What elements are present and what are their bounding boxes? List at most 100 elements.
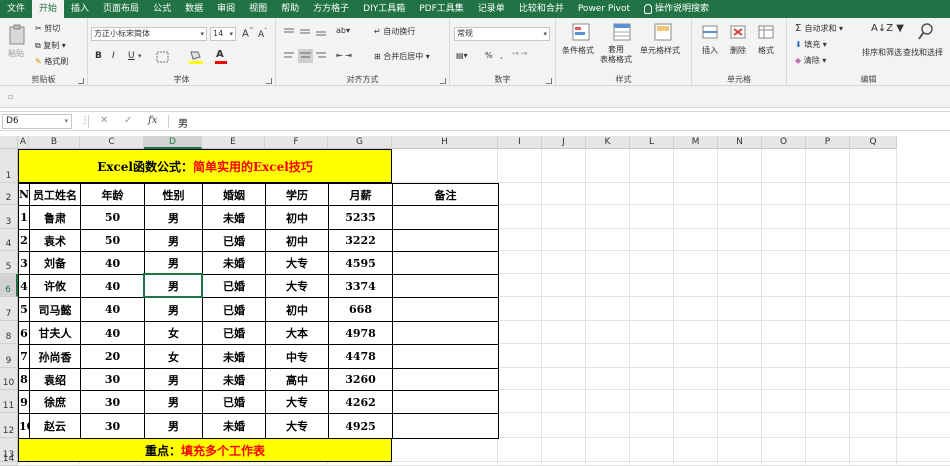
header-cell[interactable]: 婚姻 bbox=[202, 183, 266, 206]
table-cell[interactable]: 4978 bbox=[328, 321, 393, 345]
column-header-H[interactable]: H bbox=[392, 136, 498, 149]
format-painter-button[interactable]: ✎ 格式刷 bbox=[35, 56, 68, 67]
column-header-D[interactable]: D bbox=[144, 136, 202, 149]
tab-2[interactable]: 插入 bbox=[64, 0, 96, 18]
table-cell[interactable]: 男 bbox=[144, 274, 203, 298]
table-cell[interactable]: 袁绍 bbox=[29, 368, 81, 391]
table-cell[interactable]: 9 bbox=[18, 390, 30, 414]
table-cell[interactable]: 4925 bbox=[328, 413, 393, 439]
table-cell[interactable]: 已婚 bbox=[202, 297, 266, 322]
indent-icon[interactable]: ⇤ ⇥ bbox=[336, 51, 352, 60]
grow-font-button[interactable]: A^ bbox=[242, 27, 254, 39]
column-header-Q[interactable]: Q bbox=[850, 136, 897, 149]
row-header-3[interactable]: 3 bbox=[0, 205, 18, 229]
column-header-L[interactable]: L bbox=[630, 136, 674, 149]
delete-button[interactable]: 删除 bbox=[730, 45, 746, 56]
format-button[interactable]: 格式 bbox=[758, 45, 774, 56]
header-cell[interactable]: 备注 bbox=[392, 183, 499, 206]
cut-button[interactable]: ✂ 剪切 bbox=[35, 23, 60, 34]
font-launcher-icon[interactable] bbox=[266, 78, 272, 84]
header-cell[interactable]: 年龄 bbox=[80, 183, 145, 206]
table-cell[interactable]: 徐庶 bbox=[29, 390, 81, 414]
tab-14[interactable]: Power Pivot bbox=[571, 0, 637, 18]
copy-button[interactable]: ⧉ 复制 ▾ bbox=[35, 40, 66, 51]
tab-3[interactable]: 页面布局 bbox=[96, 0, 146, 18]
table-cell[interactable]: 6 bbox=[18, 321, 30, 345]
autosum-button[interactable]: Σ 自动求和 ▾ bbox=[795, 23, 843, 34]
column-header-I[interactable]: I bbox=[498, 136, 542, 149]
decimal-buttons[interactable]: ⁺⁰ ⁻⁰ bbox=[512, 51, 527, 59]
tab-1[interactable]: 开始 bbox=[32, 0, 65, 18]
table-cell[interactable]: 初中 bbox=[265, 297, 329, 322]
table-cell[interactable]: 5235 bbox=[328, 205, 393, 230]
table-cell[interactable]: 50 bbox=[80, 229, 145, 252]
header-cell[interactable]: 学历 bbox=[265, 183, 329, 206]
table-cell[interactable]: 男 bbox=[144, 251, 203, 275]
column-header-C[interactable]: C bbox=[80, 136, 144, 149]
table-cell[interactable]: 已婚 bbox=[202, 390, 266, 414]
enter-icon[interactable]: ✓ bbox=[124, 115, 132, 126]
cell-styles-button[interactable]: 单元格样式 bbox=[640, 45, 680, 56]
column-header-B[interactable]: B bbox=[29, 136, 80, 149]
table-cell[interactable] bbox=[392, 344, 499, 369]
tab-4[interactable]: 公式 bbox=[146, 0, 178, 18]
table-cell[interactable]: 40 bbox=[80, 297, 145, 322]
header-cell[interactable]: 员工姓名 bbox=[29, 183, 81, 206]
table-cell[interactable]: 40 bbox=[80, 321, 145, 345]
font-name-select[interactable]: 方正小标宋简体 ▾ bbox=[91, 27, 207, 41]
formula-input[interactable]: 男 bbox=[178, 115, 188, 130]
table-cell[interactable]: 高中 bbox=[265, 368, 329, 391]
table-cell[interactable]: 孙尚香 bbox=[29, 344, 81, 369]
header-cell[interactable]: No bbox=[18, 183, 30, 206]
column-header-P[interactable]: P bbox=[806, 136, 850, 149]
underline-button[interactable]: U bbox=[128, 51, 135, 61]
table-cell[interactable]: 3374 bbox=[328, 274, 393, 298]
row-header-2[interactable]: 2 bbox=[0, 183, 18, 205]
tab-0[interactable]: 文件 bbox=[0, 0, 32, 18]
insert-button[interactable]: 插入 bbox=[702, 45, 718, 56]
tell-me-search[interactable]: 操作说明搜索 bbox=[637, 0, 716, 18]
table-cell[interactable]: 许攸 bbox=[29, 274, 81, 298]
number-format-select[interactable]: 常规 ▾ bbox=[454, 27, 550, 41]
cancel-icon[interactable]: ✕ bbox=[100, 115, 108, 126]
find-select-button[interactable]: 查找和选择 bbox=[903, 47, 943, 58]
row-header-1[interactable]: 1 bbox=[0, 149, 18, 183]
table-cell[interactable]: 4 bbox=[18, 274, 30, 298]
font-size-select[interactable]: 14 ▾ bbox=[210, 27, 236, 41]
table-cell[interactable]: 未婚 bbox=[202, 251, 266, 275]
row-header-5[interactable]: 5 bbox=[0, 251, 18, 274]
column-header-J[interactable]: J bbox=[542, 136, 586, 149]
table-cell[interactable]: 初中 bbox=[265, 205, 329, 230]
tab-13[interactable]: 比较和合并 bbox=[512, 0, 571, 18]
column-header-K[interactable]: K bbox=[586, 136, 630, 149]
table-cell[interactable]: 刘备 bbox=[29, 251, 81, 275]
table-cell[interactable]: 袁术 bbox=[29, 229, 81, 252]
table-cell[interactable]: 鲁肃 bbox=[29, 205, 81, 230]
table-cell[interactable]: 4595 bbox=[328, 251, 393, 275]
table-cell[interactable] bbox=[392, 368, 499, 391]
table-cell[interactable]: 大专 bbox=[265, 251, 329, 275]
paste-icon[interactable] bbox=[8, 24, 26, 46]
row-header-4[interactable]: 4 bbox=[0, 229, 18, 251]
conditional-format-button[interactable]: 条件格式 bbox=[562, 45, 594, 56]
table-cell[interactable]: 10 bbox=[18, 413, 30, 439]
column-header-F[interactable]: F bbox=[265, 136, 328, 149]
table-cell[interactable]: 3222 bbox=[328, 229, 393, 252]
table-cell[interactable]: 7 bbox=[18, 344, 30, 369]
column-header-A[interactable]: A bbox=[18, 136, 29, 149]
footer-banner[interactable]: 重点： 填充多个工作表 bbox=[18, 438, 392, 462]
table-cell[interactable]: 司马懿 bbox=[29, 297, 81, 322]
percent-button[interactable]: % bbox=[485, 51, 493, 60]
column-header-G[interactable]: G bbox=[328, 136, 392, 149]
row-header-11[interactable]: 11 bbox=[0, 390, 18, 413]
header-cell[interactable]: 性别 bbox=[144, 183, 203, 206]
column-header-O[interactable]: O bbox=[762, 136, 806, 149]
row-header-6[interactable]: 6 bbox=[0, 274, 18, 297]
table-cell[interactable]: 40 bbox=[80, 274, 145, 298]
ribbon-pin-icon[interactable]: ▫ bbox=[8, 92, 13, 101]
table-cell[interactable] bbox=[392, 251, 499, 275]
tab-5[interactable]: 数据 bbox=[178, 0, 210, 18]
conditional-format-icon[interactable] bbox=[572, 23, 590, 41]
table-cell[interactable]: 已婚 bbox=[202, 274, 266, 298]
table-cell[interactable]: 未婚 bbox=[202, 413, 266, 439]
